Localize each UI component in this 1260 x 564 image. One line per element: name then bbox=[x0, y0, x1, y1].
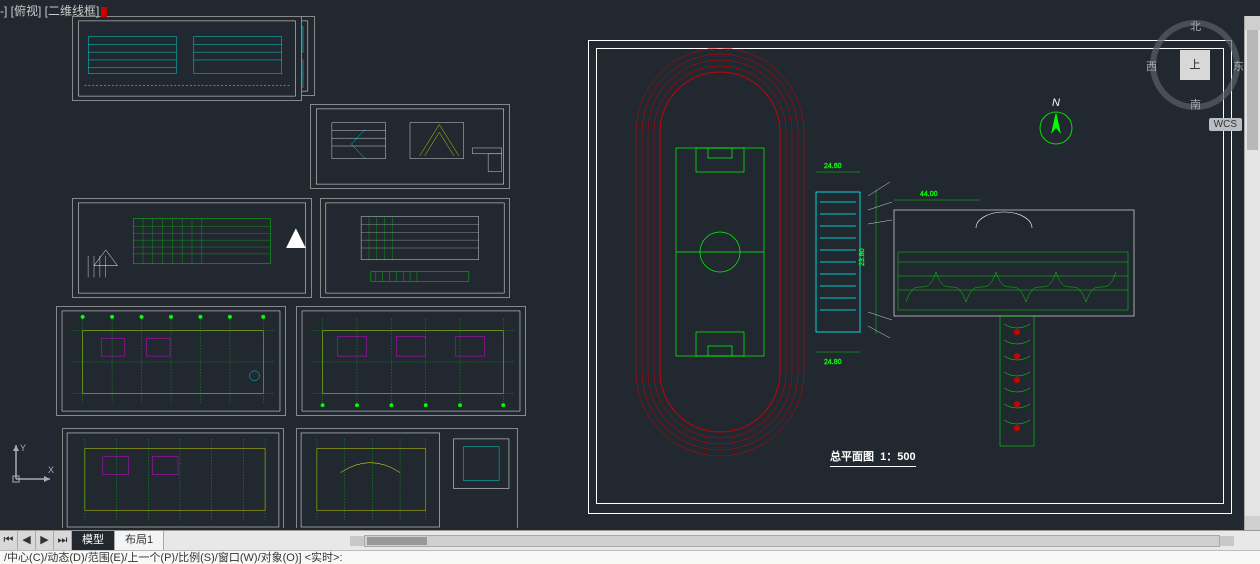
cursor-indicator bbox=[101, 7, 107, 17]
drawing-thumb-9[interactable] bbox=[62, 428, 284, 528]
tab-spacer bbox=[164, 531, 1260, 550]
viewcube-face-top[interactable]: 上 bbox=[1180, 50, 1210, 80]
scroll-right-arrow[interactable] bbox=[1220, 536, 1234, 546]
layout-tabs: ⏮ ◀ ▶ ⏭ 模型 布局1 bbox=[0, 530, 1260, 550]
drawing-thumb-6[interactable] bbox=[320, 198, 510, 298]
viewport-label-text: -] [俯视] [二维线框] bbox=[0, 4, 99, 18]
svg-text:N: N bbox=[1052, 97, 1060, 109]
elevation3-icon bbox=[321, 199, 509, 297]
svg-text:23.80: 23.80 bbox=[859, 248, 866, 266]
floorplan2-icon bbox=[297, 307, 525, 415]
svg-text:24.80: 24.80 bbox=[824, 359, 842, 366]
floorplan1-icon bbox=[57, 307, 285, 415]
floorplan3-icon bbox=[63, 429, 283, 528]
command-line-text: /中心(C)/动态(D)/范围(E)/上一个(P)/比例(S)/窗口(W)/对象… bbox=[4, 552, 343, 564]
svg-text:44.00: 44.00 bbox=[920, 191, 938, 198]
elevation2-icon bbox=[73, 199, 311, 297]
ucs-icon[interactable]: X Y bbox=[10, 439, 56, 490]
tab-nav-last[interactable]: ⏭ bbox=[54, 531, 72, 550]
tab-layout1[interactable]: 布局1 bbox=[115, 531, 164, 550]
floorplan4-icon bbox=[297, 429, 517, 528]
horizontal-scrollbar[interactable] bbox=[364, 535, 1220, 547]
horizontal-scroll-thumb[interactable] bbox=[367, 537, 427, 545]
tab-nav-next[interactable]: ▶ bbox=[36, 531, 54, 550]
dim-label: 24.60 bbox=[824, 163, 842, 170]
drawing-thumb-10[interactable] bbox=[296, 428, 518, 528]
scroll-down-arrow[interactable] bbox=[1245, 516, 1260, 530]
drawing-thumb-4[interactable] bbox=[310, 104, 510, 189]
viewport-label[interactable]: -] [俯视] [二维线框] bbox=[0, 2, 107, 19]
drawing-canvas[interactable]: 24.60 24.80 23.80 44.00 bbox=[0, 16, 1260, 530]
drawing-thumb-5[interactable] bbox=[72, 198, 312, 298]
section-icon bbox=[311, 105, 509, 188]
wcs-badge[interactable]: WCS bbox=[1209, 118, 1242, 131]
drawing-thumb-3[interactable] bbox=[72, 16, 302, 101]
drawing-thumb-8[interactable] bbox=[296, 306, 526, 416]
vertical-scroll-thumb[interactable] bbox=[1247, 30, 1258, 150]
scroll-left-arrow[interactable] bbox=[350, 536, 364, 546]
vertical-scrollbar[interactable] bbox=[1244, 16, 1260, 530]
svg-text:X: X bbox=[48, 465, 54, 475]
tab-nav-prev[interactable]: ◀ bbox=[18, 531, 36, 550]
drawing-thumb-7[interactable] bbox=[56, 306, 286, 416]
svg-text:Y: Y bbox=[20, 443, 26, 453]
viewcube-east[interactable]: 东 bbox=[1233, 58, 1244, 74]
tab-nav-first[interactable]: ⏮ bbox=[0, 531, 18, 550]
main-drawing-area[interactable]: 24.60 24.80 23.80 44.00 bbox=[580, 32, 1240, 544]
elevation-icon bbox=[73, 17, 301, 100]
command-line[interactable]: /中心(C)/动态(D)/范围(E)/上一个(P)/比例(S)/窗口(W)/对象… bbox=[0, 550, 1260, 564]
tab-model[interactable]: 模型 bbox=[72, 531, 115, 550]
viewcube-south[interactable]: 南 bbox=[1190, 96, 1201, 112]
scroll-up-arrow[interactable] bbox=[1245, 16, 1260, 30]
view-cube[interactable]: 上 北 南 东 西 bbox=[1150, 20, 1240, 110]
site-plan-title: 总平面图 1：500 bbox=[830, 448, 916, 467]
viewcube-west[interactable]: 西 bbox=[1146, 58, 1157, 74]
viewcube-north[interactable]: 北 bbox=[1190, 18, 1201, 34]
